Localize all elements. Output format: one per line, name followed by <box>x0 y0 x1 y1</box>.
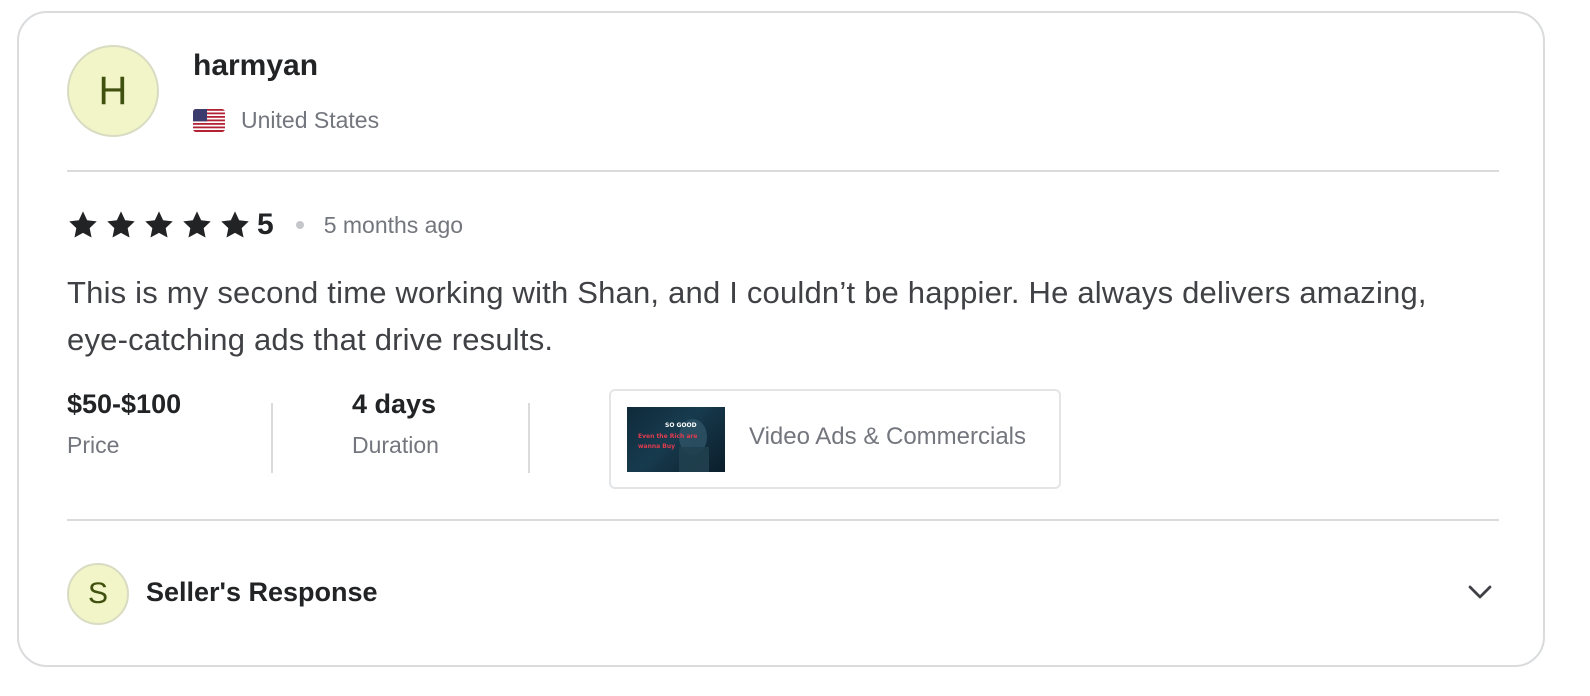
seller-response-label[interactable]: Seller's Response <box>146 577 378 608</box>
chevron-down-icon[interactable] <box>1465 577 1495 607</box>
gig-thumb-line-3: wanna Buy <box>638 443 675 450</box>
star-icon <box>107 211 135 238</box>
duration-value: 4 days <box>352 389 437 419</box>
reviewer-avatar-initial: H <box>98 68 128 113</box>
duration-label: Duration <box>352 432 439 458</box>
gig-thumb-line-2: Even the Rich are <box>638 433 697 440</box>
seller-response-toggle[interactable]: S Seller's Response <box>67 563 1499 627</box>
meta-divider <box>528 403 530 473</box>
star-icon <box>221 211 249 238</box>
star-icon <box>183 211 211 238</box>
reviewer-username[interactable]: harmyan <box>193 49 318 83</box>
response-divider <box>67 519 1499 521</box>
meta-divider <box>271 403 273 473</box>
review-card: H harmyan United States 5 5 months ago T… <box>17 11 1545 667</box>
seller-avatar: S <box>67 563 129 625</box>
reviewer-avatar[interactable]: H <box>67 45 159 137</box>
review-time-ago: 5 months ago <box>323 211 464 238</box>
star-icon <box>69 211 97 238</box>
gig-thumbnail[interactable]: SO GOOD Even the Rich are wanna Buy <box>627 407 725 472</box>
star-icon <box>145 211 173 238</box>
star-rating <box>67 209 251 241</box>
reviewer-header: H harmyan United States <box>67 45 667 140</box>
reviewer-country-name: United States <box>241 107 380 133</box>
reviewer-country: United States <box>193 107 379 134</box>
rating-value: 5 <box>257 208 274 241</box>
price-info: $50-$100 Price <box>67 389 181 459</box>
us-flag-icon <box>193 109 225 132</box>
header-divider <box>67 170 1499 172</box>
review-meta: $50-$100 Price 4 days Duration SO GOOD E… <box>67 389 1067 489</box>
rating-row: 5 5 months ago <box>67 205 463 245</box>
separator-dot <box>295 221 304 229</box>
price-value: $50-$100 <box>67 389 182 419</box>
seller-avatar-initial: S <box>87 577 108 610</box>
review-text: This is my second time working with Shan… <box>67 275 1427 357</box>
gig-card[interactable]: SO GOOD Even the Rich are wanna Buy Vide… <box>609 389 1061 489</box>
price-label: Price <box>67 432 120 458</box>
gig-thumb-line-1: SO GOOD <box>665 422 697 429</box>
duration-info: 4 days Duration <box>352 389 439 459</box>
gig-title[interactable]: Video Ads & Commercials <box>749 423 1026 451</box>
